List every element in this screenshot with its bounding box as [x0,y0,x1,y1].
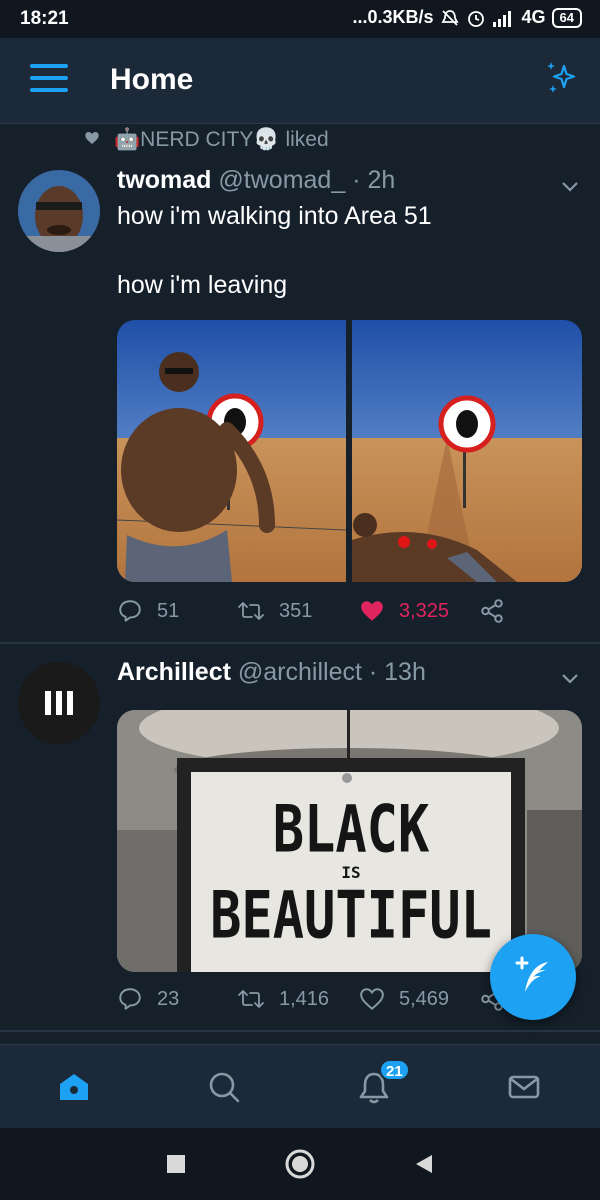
tweet-media[interactable] [117,320,582,582]
retweet-count: 1,416 [279,987,330,1010]
timestamp: · 2h [352,166,396,194]
sparkle-icon[interactable] [542,58,582,98]
reply-button[interactable]: 23 [117,986,179,1012]
notifications-badge: 21 [379,1059,410,1081]
status-time: 18:21 [20,8,69,29]
tweet-header: twomad @twomad_ · 2h [117,166,395,195]
messages-icon[interactable] [504,1067,544,1107]
retweet-button[interactable]: 351 [237,598,312,624]
system-navigation-bar [0,1128,600,1200]
tweet-text-line1: how i'm walking into Area 51 [117,202,432,230]
handle[interactable]: @twomad_ [218,166,345,194]
handle[interactable]: @archillect [238,658,362,686]
chevron-down-icon[interactable] [558,666,582,690]
sign-line-1: BLACK [272,792,430,868]
page-title: Home [110,63,194,96]
tweet-divider [0,642,600,644]
tweet-actions: 51 351 3,325 [117,598,517,630]
alarm-icon [466,8,486,28]
like-count: 3,325 [399,599,450,622]
signal-icon [492,9,516,27]
network-speed: ...0.3KB/s [352,7,434,27]
compose-tweet-button[interactable] [490,934,576,1020]
recents-icon[interactable] [160,1148,192,1180]
media-right-panel [352,320,582,582]
display-name[interactable]: twomad [117,166,211,194]
top-app-bar: Home [0,38,600,124]
like-button[interactable]: 3,325 [359,598,449,624]
tweet-media[interactable]: BLACK IS BEAUTIFUL [117,710,582,972]
status-bar: 18:21 ...0.3KB/s 4G 64 [0,0,600,38]
media-left-panel [117,320,347,582]
like-count: 5,469 [399,987,450,1010]
avatar[interactable] [18,662,100,744]
social-context-user[interactable]: 🤖NERD CITY💀 [114,128,279,152]
home-circle-icon[interactable] [284,1148,316,1180]
tweet-divider [0,1030,600,1032]
bottom-tab-bar: 21 [0,1044,600,1128]
sign-text: BLACK IS BEAUTIFUL [191,793,511,954]
timeline-feed: 🤖NERD CITY💀 liked twomad @twomad_ · 2h h… [0,124,600,1034]
social-context: 🤖NERD CITY💀 liked [84,128,329,152]
hamburger-menu-icon[interactable] [30,64,68,98]
battery-indicator: 64 [551,7,582,28]
like-button[interactable]: 5,469 [359,986,449,1012]
reply-count: 51 [157,599,180,622]
display-name[interactable]: Archillect [117,658,231,686]
tweet-header: Archillect @archillect · 13h [117,658,426,687]
retweet-count: 351 [279,599,313,622]
network-type: 4G [521,7,546,27]
tweet-actions: 23 1,416 5,469 [117,986,517,1018]
search-icon[interactable] [204,1067,244,1107]
share-icon[interactable] [479,598,519,624]
social-context-action: liked [285,128,329,151]
timestamp: · 13h [368,658,426,686]
liked-heart-icon [84,128,100,152]
reply-button[interactable]: 51 [117,598,179,624]
chevron-down-icon[interactable] [558,174,582,198]
tweet-text-line2: how i'm leaving [117,271,288,299]
mute-icon [440,8,460,28]
home-icon[interactable] [54,1067,94,1107]
sign-line-3: BEAUTIFUL [210,878,492,954]
back-icon[interactable] [408,1148,440,1180]
status-icons: ...0.3KB/s 4G 64 [352,7,582,28]
avatar[interactable] [18,170,100,252]
reply-count: 23 [157,987,180,1010]
compose-feather-icon [515,956,548,992]
retweet-button[interactable]: 1,416 [237,986,329,1012]
